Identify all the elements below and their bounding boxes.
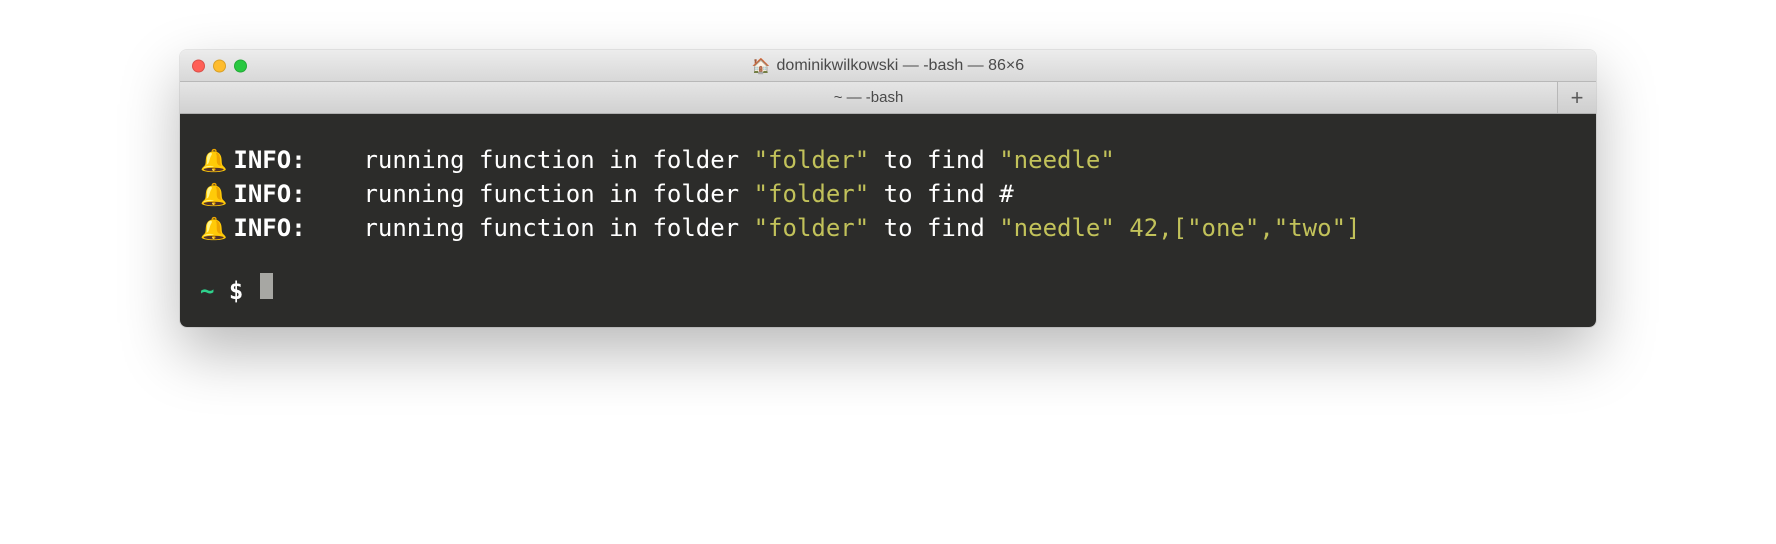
prompt-line[interactable]: ~ $ bbox=[200, 273, 1576, 309]
bell-icon: 🔔 bbox=[200, 147, 227, 178]
tab-label: ~ — -bash bbox=[834, 89, 904, 106]
log-line: 🔔 INFO: running function in folder "fold… bbox=[200, 144, 1576, 178]
bell-icon: 🔔 bbox=[200, 181, 227, 212]
zoom-icon[interactable] bbox=[234, 59, 247, 72]
log-text: running function in folder bbox=[363, 178, 753, 212]
cursor-icon bbox=[260, 273, 273, 299]
log-highlight: "folder" bbox=[754, 144, 870, 178]
tab-bar: ~ — -bash + bbox=[180, 82, 1596, 114]
titlebar[interactable]: 🏠 dominikwilkowski — -bash — 86×6 bbox=[180, 50, 1596, 82]
log-line: 🔔 INFO: running function in folder "fold… bbox=[200, 178, 1576, 212]
plus-icon: + bbox=[1571, 85, 1584, 111]
home-icon: 🏠 bbox=[752, 57, 771, 75]
terminal-body[interactable]: 🔔 INFO: running function in folder "fold… bbox=[180, 114, 1596, 327]
log-text: to find bbox=[869, 144, 999, 178]
minimize-icon[interactable] bbox=[213, 59, 226, 72]
window-controls bbox=[192, 59, 247, 72]
bell-icon: 🔔 bbox=[200, 215, 227, 246]
tab-active[interactable]: ~ — -bash bbox=[180, 82, 1558, 113]
prompt-path: ~ bbox=[200, 275, 229, 309]
log-text: to find bbox=[869, 212, 999, 246]
log-text: running function in folder bbox=[363, 144, 753, 178]
log-text: # bbox=[999, 178, 1013, 212]
log-highlight: "folder" bbox=[754, 178, 870, 212]
window-title: 🏠 dominikwilkowski — -bash — 86×6 bbox=[752, 57, 1024, 75]
prompt-symbol: $ bbox=[229, 275, 258, 309]
log-line: 🔔 INFO: running function in folder "fold… bbox=[200, 212, 1576, 246]
log-highlight: "needle" bbox=[999, 144, 1115, 178]
log-text: to find bbox=[869, 178, 999, 212]
terminal-window: 🏠 dominikwilkowski — -bash — 86×6 ~ — -b… bbox=[180, 50, 1596, 327]
log-highlight: "needle" 42,["one","two"] bbox=[999, 212, 1360, 246]
log-highlight: "folder" bbox=[754, 212, 870, 246]
log-prefix: INFO: bbox=[233, 212, 363, 246]
log-prefix: INFO: bbox=[233, 178, 363, 212]
log-text: running function in folder bbox=[363, 212, 753, 246]
log-prefix: INFO: bbox=[233, 144, 363, 178]
close-icon[interactable] bbox=[192, 59, 205, 72]
new-tab-button[interactable]: + bbox=[1558, 82, 1596, 113]
window-title-text: dominikwilkowski — -bash — 86×6 bbox=[777, 57, 1025, 75]
